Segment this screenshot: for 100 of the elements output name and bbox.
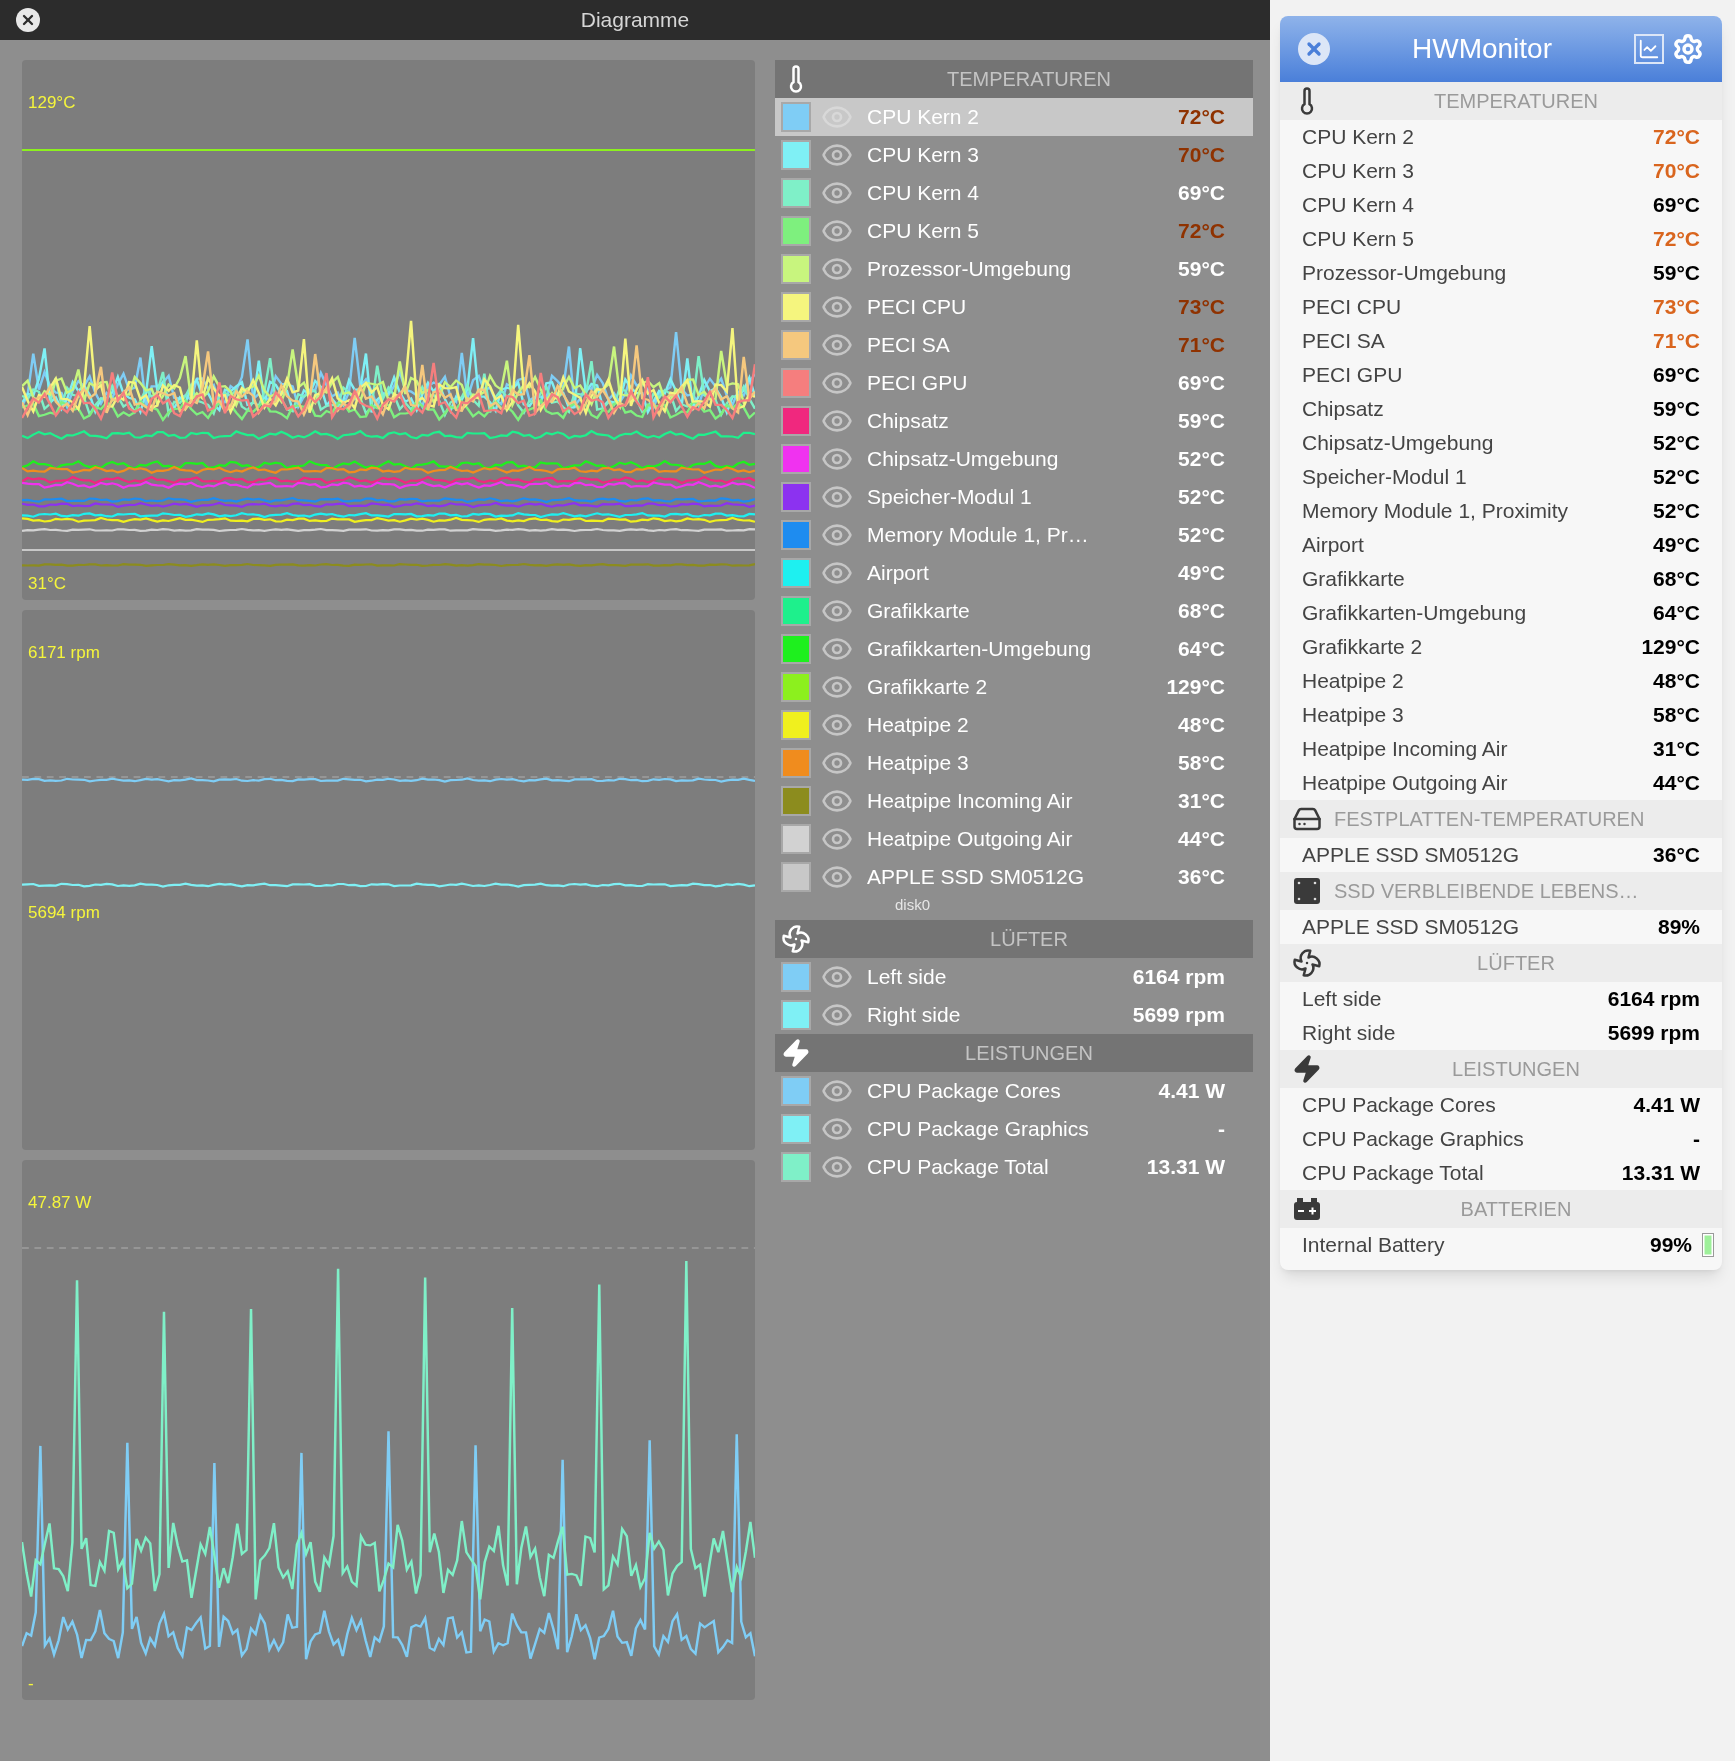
sensor-name: CPU Kern 3 [867,142,981,169]
settings-icon[interactable] [1672,33,1704,65]
section-title: LEISTUNGEN [1451,1057,1581,1082]
sensor-name: Prozessor-Umgebung [1302,260,1508,287]
sensor-name: Heatpipe 3 [867,750,970,777]
legend-row[interactable]: CPU Kern 3 70°C [775,136,1253,174]
sensor-name: CPU Kern 5 [867,218,981,245]
sensor-value: 52°C [1178,522,1225,549]
section-title: TEMPERATUREN [1432,89,1600,114]
close-icon [20,12,36,28]
legend-row[interactable]: Speicher-Modul 1 52°C [775,478,1253,516]
sensor-value: 59°C [1178,256,1225,283]
legend-row[interactable]: PECI CPU 73°C [775,288,1253,326]
sensor-value: 44°C [1178,826,1225,853]
fan-icon [781,924,811,954]
sensor-value: 72°C [1178,218,1225,245]
sensor-value: 4.41 W [1158,1078,1225,1105]
legend-row[interactable]: Chipsatz 59°C [775,402,1253,440]
legend-row[interactable]: Grafikkarten-Umgebung 64°C [775,630,1253,668]
sensor-name: Internal Battery [1302,1232,1446,1259]
legend-row[interactable]: CPU Package Total 13.31 W [775,1148,1253,1186]
window-title: Diagramme [580,7,690,34]
legend-row[interactable]: Heatpipe Incoming Air 31°C [775,782,1253,820]
sensor-value: 71°C [1178,332,1225,359]
sensor-value: 69°C [1653,192,1700,219]
sensor-name: CPU Package Cores [867,1078,1062,1105]
sensor-value: 58°C [1653,702,1700,729]
legend-row[interactable]: PECI SA 71°C [775,326,1253,364]
sensor-value: 52°C [1653,498,1700,525]
legend-row[interactable]: APPLE SSD SM0512G 36°C [775,858,1253,896]
sensor-value: - [1218,1116,1225,1143]
legend-row[interactable]: Heatpipe 3 58°C [775,744,1253,782]
sensor-name: CPU Kern 3 [1302,158,1416,185]
legend-row[interactable]: CPU Package Graphics - [775,1110,1253,1148]
sensor-value: 52°C [1178,446,1225,473]
legend-row[interactable]: Chipsatz-Umgebung 52°C [775,440,1253,478]
legend-row[interactable]: Grafikkarte 2 129°C [775,668,1253,706]
sensor-value: 5699 rpm [1132,1002,1225,1029]
sensor-name: Memory Module 1, Pr… [867,522,1090,549]
sensor-name: PECI GPU [867,370,969,397]
ssd-icon [1292,876,1322,906]
sensor-name: Right side [1302,1020,1397,1047]
axis-min-label: 31°C [28,572,66,595]
sensor-name: PECI GPU [1302,362,1404,389]
sensor-value: 58°C [1178,750,1225,777]
sensor-name: Airport [867,560,930,587]
legend-row[interactable]: Right side 5699 rpm [775,996,1253,1034]
section-title: LÜFTER [989,927,1069,952]
legend-row[interactable]: Airport 49°C [775,554,1253,592]
sensor-value: 69°C [1653,362,1700,389]
sensor-name: Heatpipe 3 [1302,702,1405,729]
sensor-value: 49°C [1653,532,1700,559]
sensor-name: Grafikkarten-Umgebung [867,636,1093,663]
sensor-name: Speicher-Modul 1 [867,484,1033,511]
section-title: LEISTUNGEN [964,1041,1094,1066]
sensor-value: 59°C [1178,408,1225,435]
sensor-value: 59°C [1653,396,1700,423]
legend-row[interactable]: Memory Module 1, Pr… 52°C [775,516,1253,554]
legend-row[interactable]: CPU Package Cores 4.41 W [775,1072,1253,1110]
sensor-value: 13.31 W [1146,1154,1225,1181]
sensor-value: 48°C [1653,668,1700,695]
legend-row[interactable]: Left side 6164 rpm [775,958,1253,996]
sensor-name: CPU Kern 2 [1302,124,1416,151]
sensor-name: CPU Package Total [1302,1160,1485,1187]
sensor-value: - [1693,1126,1700,1153]
legend-row[interactable]: PECI GPU 69°C [775,364,1253,402]
sensor-value: 13.31 W [1621,1160,1700,1187]
legend-row[interactable]: Heatpipe 2 48°C [775,706,1253,744]
sensor-name: APPLE SSD SM0512G [1302,842,1521,869]
sensor-value: 44°C [1653,770,1700,797]
legend-row[interactable]: Grafikkarte 68°C [775,592,1253,630]
graph-button[interactable] [1634,34,1664,64]
sensor-name: APPLE SSD SM0512G [867,864,1086,891]
sensor-value: 70°C [1653,158,1700,185]
sensor-name: PECI SA [867,332,951,359]
device-note: disk0 [895,896,932,915]
legend-row[interactable]: CPU Kern 5 72°C [775,212,1253,250]
sensor-value: 64°C [1653,600,1700,627]
close-button[interactable] [16,8,40,32]
sensor-value: 52°C [1653,430,1700,457]
axis-max-label: 129°C [28,92,76,114]
legend-row[interactable]: Prozessor-Umgebung 59°C [775,250,1253,288]
sensor-name: Right side [867,1002,962,1029]
sensor-value: 36°C [1178,864,1225,891]
sensor-value: 68°C [1653,566,1700,593]
lightning-icon [781,1038,811,1068]
sensor-name: Airport [1302,532,1365,559]
sensor-name: Heatpipe 2 [867,712,970,739]
sensor-name: Grafikkarten-Umgebung [1302,600,1528,627]
legend-row[interactable]: Heatpipe Outgoing Air 44°C [775,820,1253,858]
sensor-name: Heatpipe Incoming Air [1302,736,1509,763]
sensor-name: Grafikkarte 2 [867,674,989,701]
sensor-name: Grafikkarte [1302,566,1406,593]
sensor-value: 31°C [1178,788,1225,815]
sensor-value: 89% [1657,914,1700,941]
sensor-value: 5699 rpm [1607,1020,1700,1047]
sensor-name: Chipsatz [1302,396,1385,423]
legend-row[interactable]: CPU Kern 4 69°C [775,174,1253,212]
axis-max-label: 6171 rpm [28,642,100,664]
sensor-value: 69°C [1178,370,1225,397]
